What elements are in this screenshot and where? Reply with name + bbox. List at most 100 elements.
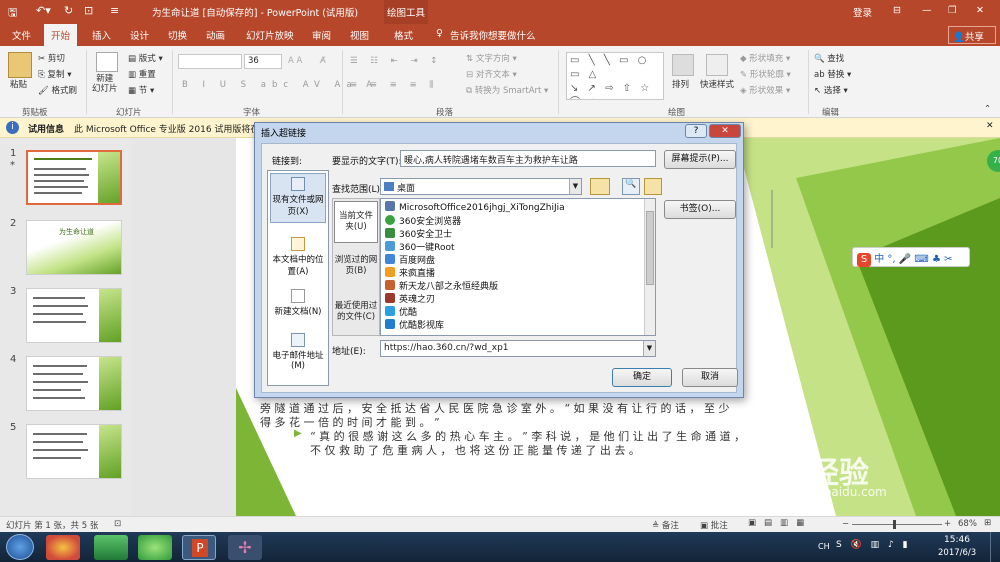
zoom-out-icon[interactable]: − (842, 519, 849, 529)
scrollbar[interactable] (644, 199, 655, 335)
taskbar-app-icon[interactable]: ✢ (228, 535, 262, 560)
font-size-combo[interactable]: 36 (244, 54, 282, 69)
screen-tip-button[interactable]: 屏幕提示(P)... (664, 150, 736, 169)
notes-button[interactable]: ≜ 备注 (652, 519, 679, 531)
select-button[interactable]: ↖ 选择 ▾ (814, 84, 848, 96)
shape-effects-button[interactable]: ◈ 形状效果 ▾ (740, 84, 790, 96)
bookmark-button[interactable]: 书签(O)... (664, 200, 736, 219)
browse-file-icon[interactable] (644, 178, 662, 195)
zoom-in-icon[interactable]: + (944, 519, 951, 529)
tab-format[interactable]: 格式 (394, 28, 413, 42)
tab-file[interactable]: 文件 (12, 28, 31, 42)
mic-icon[interactable]: 🎤 (899, 254, 911, 265)
show-desktop-button[interactable] (990, 532, 1000, 562)
browser-icon[interactable] (138, 535, 172, 560)
align-buttons[interactable]: ≡ ≡ ≡ ≡ ⫼ (350, 80, 438, 90)
customize-qat-icon[interactable]: ≡ (110, 4, 119, 17)
list-buttons[interactable]: ☰ ☷ ⇤ ⇥ ↕ (350, 56, 442, 66)
keyboard-icon[interactable]: ⌨ (914, 254, 928, 265)
clear-format-icon[interactable]: A̸ (320, 56, 326, 66)
powerpoint-taskbar-icon[interactable]: P (182, 535, 216, 560)
list-item[interactable]: 优酷影视库 (385, 318, 444, 331)
sub-tab-browsed-pages[interactable]: 浏览过的网页(B) (334, 255, 378, 277)
taskbar-app-icon[interactable] (46, 535, 80, 560)
list-item[interactable]: 百度网盘 (385, 253, 435, 266)
shape-fill-button[interactable]: ◆ 形状填充 ▾ (740, 52, 790, 64)
dropdown-arrow-icon[interactable]: ▼ (643, 341, 655, 356)
slide-thumbnail-4[interactable] (26, 356, 122, 411)
link-type-email[interactable]: 电子邮件地址(M) (272, 333, 324, 371)
shape-outline-button[interactable]: ✎ 形状轮廓 ▾ (740, 68, 791, 80)
tools-icon[interactable]: ✂ (944, 254, 952, 265)
look-in-combo[interactable]: 桌面 ▼ (380, 178, 582, 195)
skin-icon[interactable]: ♣ (932, 254, 941, 265)
scrollbar-thumb[interactable] (646, 211, 654, 285)
quick-styles-button[interactable]: 快速样式 (700, 78, 734, 90)
collapse-ribbon-icon[interactable]: ⌃ (984, 104, 991, 114)
sub-tab-recent-files[interactable]: 最近使用过的文件(C) (334, 301, 378, 323)
tab-home[interactable]: 开始 (44, 24, 78, 46)
ribbon-options-icon[interactable]: ⊟ (893, 5, 901, 16)
taskbar-app-icon[interactable] (94, 535, 128, 560)
cut-button[interactable]: ✂ 剪切 (38, 52, 65, 64)
link-type-new-document[interactable]: 新建文档(N) (272, 289, 324, 317)
layout-button[interactable]: ▤ 版式 ▾ (128, 52, 163, 64)
font-name-combo[interactable] (178, 54, 242, 69)
arrange-button[interactable]: 排列 (672, 78, 689, 90)
close-icon[interactable]: ✕ (709, 124, 741, 138)
ok-button[interactable]: 确定 (612, 368, 672, 387)
tab-animations[interactable]: 动画 (206, 28, 225, 42)
file-list[interactable]: MicrosoftOffice2016jhgj_XiTongZhiJia 360… (380, 198, 656, 336)
ime-mode[interactable]: 中 (874, 254, 884, 265)
zoom-level[interactable]: 68% (958, 519, 977, 529)
copy-button[interactable]: ⎘ 复制 ▾ (38, 68, 72, 80)
help-button[interactable]: ? (685, 124, 707, 138)
section-button[interactable]: ▦ 节 ▾ (128, 84, 154, 96)
language-indicator[interactable]: CH (818, 542, 830, 551)
close-icon[interactable]: ✕ (976, 5, 984, 16)
list-item[interactable]: MicrosoftOffice2016jhgj_XiTongZhiJia (385, 201, 565, 214)
arrange-icon[interactable] (672, 54, 694, 76)
new-slide-button[interactable]: 新建 幻灯片 (92, 74, 118, 94)
zoom-slider[interactable] (852, 524, 942, 525)
display-text-field[interactable]: 暖心,病人转院遇堵车数百车主为救护车让路 (400, 150, 656, 167)
tell-me-search[interactable]: 告诉我你想要做什么 (450, 28, 536, 42)
up-folder-icon[interactable] (590, 178, 610, 195)
format-painter-button[interactable]: 🖌 格式刷 (38, 84, 77, 96)
login-link[interactable]: 登录 (853, 5, 872, 19)
save-icon[interactable]: 🖫 (8, 4, 17, 23)
font-style-buttons[interactable]: B I U S abc AV Aa A (182, 80, 378, 90)
replace-button[interactable]: ab 替换 ▾ (814, 68, 851, 80)
slide-thumbnail-2[interactable]: 为生命让道 (26, 220, 122, 275)
view-buttons[interactable]: ▣▤▥▦ (748, 518, 812, 528)
link-type-this-document[interactable]: 本文档中的位置(A) (272, 237, 324, 277)
restore-icon[interactable]: ❐ (948, 5, 957, 16)
start-button[interactable] (6, 534, 34, 560)
tab-insert[interactable]: 插入 (92, 28, 111, 42)
zoom-thumb[interactable] (893, 520, 896, 529)
slide-thumbnail-5[interactable] (26, 424, 122, 479)
dropdown-arrow-icon[interactable]: ▼ (569, 179, 581, 194)
ime-toolbar[interactable]: S 中 °, 🎤 ⌨ ♣ ✂ (852, 247, 970, 267)
share-button[interactable]: 👤共享 (948, 26, 996, 44)
find-button[interactable]: 🔍 查找 (814, 52, 844, 64)
list-item[interactable]: 英魂之刃 (385, 292, 435, 305)
tab-view[interactable]: 视图 (350, 28, 369, 42)
punct-icon[interactable]: °, (887, 254, 895, 265)
shapes-gallery[interactable]: ▭ ╲ ╲ ▭ ○ ▭ △↘ ↗ ⇨ ⇧ ☆ ⌒ ◇{ } ☆ ⇨ ▱ ⌒ ◯ (566, 52, 664, 100)
list-item[interactable]: 360安全卫士 (385, 227, 452, 240)
grow-font-icon[interactable]: A A (288, 56, 302, 66)
tab-design[interactable]: 设计 (130, 28, 149, 42)
list-item[interactable]: 优酷 (385, 305, 417, 318)
tab-review[interactable]: 审阅 (312, 28, 331, 42)
tab-slideshow[interactable]: 幻灯片放映 (246, 28, 294, 42)
reset-button[interactable]: ▥ 重置 (128, 68, 156, 80)
list-item[interactable]: 新天龙八部之永恒经典版 (385, 279, 498, 292)
list-item[interactable]: 来疯直播 (385, 266, 435, 279)
paste-icon[interactable] (8, 52, 32, 78)
list-item[interactable]: 360一键Root (385, 240, 455, 253)
text-direction-button[interactable]: ⇅ 文字方向 ▾ (466, 52, 517, 64)
smartart-button[interactable]: ⧉ 转换为 SmartArt ▾ (466, 84, 548, 96)
tray-icons[interactable]: S 🔇 ▥ ♪ ▮ (836, 540, 911, 550)
slide-thumbnail-3[interactable] (26, 288, 122, 343)
